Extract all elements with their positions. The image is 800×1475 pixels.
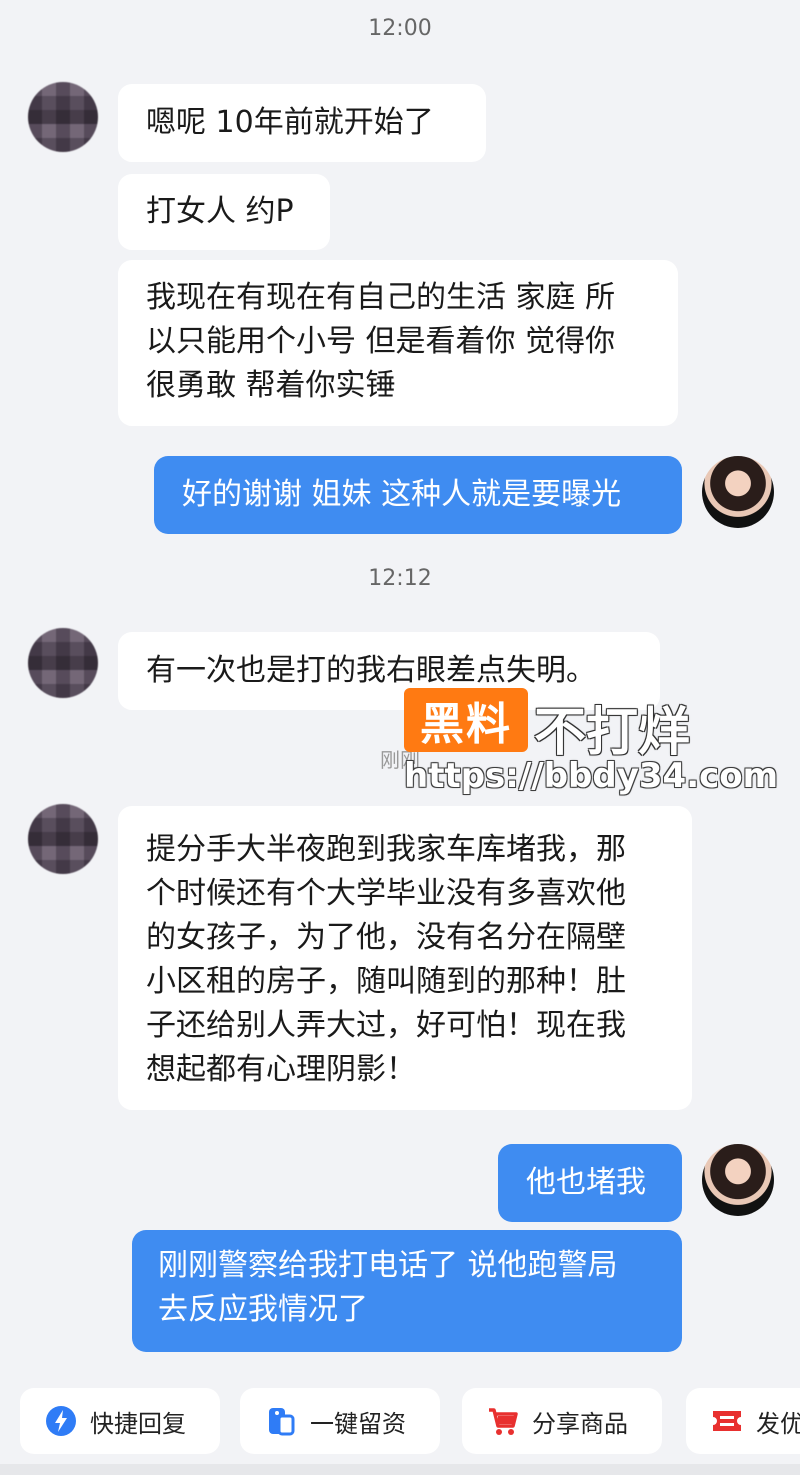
quick-action-toolbar: 快捷回复 一键留资 分享商品 发优 <box>0 1380 800 1475</box>
my-avatar[interactable] <box>702 456 774 528</box>
message-bubble-outgoing[interactable]: 他也堵我 <box>498 1144 682 1222</box>
message-bubble-incoming[interactable]: 提分手大半夜跑到我家车库堵我，那 个时候还有个大学毕业没有多喜欢他 的女孩子，为… <box>118 806 692 1110</box>
timestamp: 12:12 <box>368 566 432 591</box>
toolbar-label: 一键留资 <box>310 1409 406 1438</box>
watermark: 黑料 不打烊 https://bbdy34.com <box>400 688 778 798</box>
message-line: 我现在有现在有自己的生活 家庭 所 <box>146 280 616 315</box>
timestamp: 12:00 <box>368 16 432 41</box>
message-text: 有一次也是打的我右眼差点失明。 <box>146 653 596 688</box>
message-bubble-incoming[interactable]: 我现在有现在有自己的生活 家庭 所 以只能用个小号 但是看着你 觉得你 很勇敢 … <box>118 260 678 426</box>
message-bubble-incoming[interactable]: 嗯呢 10年前就开始了 <box>118 84 486 162</box>
lightning-icon <box>44 1404 78 1438</box>
coupon-icon <box>710 1404 744 1438</box>
contact-avatar[interactable] <box>28 82 98 152</box>
watermark-url: https://bbdy34.com <box>404 756 779 796</box>
message-line: 以只能用个小号 但是看着你 觉得你 <box>146 324 616 359</box>
bottom-divider <box>0 1464 800 1475</box>
message-line: 个时候还有个大学毕业没有多喜欢他 <box>146 876 626 911</box>
message-line: 很勇敢 帮着你实锤 <box>146 368 396 403</box>
my-avatar[interactable] <box>702 1144 774 1216</box>
message-line: 想起都有心理阴影！ <box>146 1052 416 1087</box>
share-product-button[interactable]: 分享商品 <box>462 1388 662 1454</box>
contact-avatar[interactable] <box>28 804 98 874</box>
message-text: 好的谢谢 姐妹 这种人就是要曝光 <box>182 477 622 512</box>
watermark-brand-text: 不打烊 <box>534 703 691 763</box>
message-line: 的女孩子，为了他，没有名分在隔壁 <box>146 920 626 955</box>
message-line: 提分手大半夜跑到我家车库堵我，那 <box>146 832 626 867</box>
message-line: 子还给别人弄大过，好可怕！现在我 <box>146 1008 626 1043</box>
toolbar-label: 分享商品 <box>532 1409 628 1438</box>
message-bubble-incoming[interactable]: 打女人 约P <box>118 174 330 250</box>
send-coupon-button[interactable]: 发优 <box>686 1388 800 1454</box>
watermark-brand-box: 黑料 <box>404 688 528 752</box>
message-text: 嗯呢 10年前就开始了 <box>146 105 434 140</box>
message-line: 小区租的房子，随叫随到的那种！肚 <box>146 964 626 999</box>
form-icon <box>264 1404 298 1438</box>
lead-capture-button[interactable]: 一键留资 <box>240 1388 440 1454</box>
message-text: 他也堵我 <box>526 1165 646 1200</box>
message-line: 刚刚警察给我打电话了 说他跑警局 <box>158 1248 618 1283</box>
message-line: 去反应我情况了 <box>158 1292 368 1327</box>
message-bubble-outgoing[interactable]: 好的谢谢 姐妹 这种人就是要曝光 <box>154 456 682 534</box>
contact-avatar[interactable] <box>28 628 98 698</box>
message-text: 打女人 约P <box>146 194 294 229</box>
toolbar-label: 发优 <box>756 1409 800 1438</box>
cart-icon <box>486 1404 520 1438</box>
message-bubble-outgoing[interactable]: 刚刚警察给我打电话了 说他跑警局 去反应我情况了 <box>132 1230 682 1352</box>
toolbar-label: 快捷回复 <box>90 1409 186 1438</box>
quick-reply-button[interactable]: 快捷回复 <box>20 1388 220 1454</box>
